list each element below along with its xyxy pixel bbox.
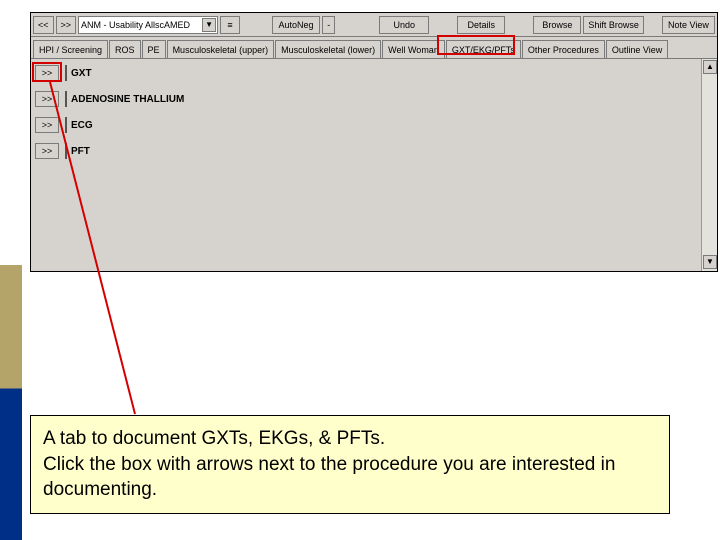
expand-button-adenosine[interactable]: >> [35, 91, 59, 107]
procedure-label: PFT [65, 143, 90, 159]
tab-musculoskeletal-upper[interactable]: Musculoskeletal (upper) [167, 40, 275, 58]
tab-gxt-ekg-pfts[interactable]: GXT/EKG/PFTs [446, 40, 521, 58]
procedure-label: GXT [65, 65, 92, 81]
procedure-label: ECG [65, 117, 93, 133]
template-selector[interactable]: ANM - Usability AllscAMED ▼ [78, 16, 218, 34]
separator-button[interactable]: ≡ [220, 16, 240, 34]
tab-outline-view[interactable]: Outline View [606, 40, 668, 58]
procedure-row-ecg: >> ECG [35, 117, 713, 133]
expand-button-ecg[interactable]: >> [35, 117, 59, 133]
autoneg-dropdown[interactable]: - [322, 16, 335, 34]
shift-browse-button[interactable]: Shift Browse [583, 16, 644, 34]
details-button[interactable]: Details [457, 16, 505, 34]
procedure-row-pft: >> PFT [35, 143, 713, 159]
browse-button[interactable]: Browse [533, 16, 581, 34]
tab-ros[interactable]: ROS [109, 40, 141, 58]
chevron-down-icon: ▼ [202, 18, 216, 32]
tab-well-woman[interactable]: Well Woman [382, 40, 445, 58]
procedure-row-gxt: >> GXT [35, 65, 713, 81]
note-view-button[interactable]: Note View [662, 16, 715, 34]
app-screenshot: << >> ANM - Usability AllscAMED ▼ ≡ Auto… [30, 12, 718, 272]
callout-line2: Click the box with arrows next to the pr… [43, 454, 615, 501]
expand-button-pft[interactable]: >> [35, 143, 59, 159]
tab-hpi-screening[interactable]: HPI / Screening [33, 40, 108, 58]
tabs-row: HPI / Screening ROS PE Musculoskeletal (… [31, 37, 717, 59]
content-area: >> GXT >> ADENOSINE THALLIUM >> ECG >> P… [31, 59, 717, 271]
tab-other-procedures[interactable]: Other Procedures [522, 40, 605, 58]
decorative-stripe [0, 265, 22, 540]
procedure-row-adenosine: >> ADENOSINE THALLIUM [35, 91, 713, 107]
nav-forward-button[interactable]: >> [56, 16, 77, 34]
template-selector-value: ANM - Usability AllscAMED [81, 20, 190, 30]
vertical-scrollbar[interactable]: ▲ ▼ [701, 59, 717, 271]
nav-back-button[interactable]: << [33, 16, 54, 34]
undo-button[interactable]: Undo [379, 16, 429, 34]
scroll-down-icon[interactable]: ▼ [703, 255, 717, 269]
scroll-up-icon[interactable]: ▲ [703, 60, 717, 74]
procedure-label: ADENOSINE THALLIUM [65, 91, 184, 107]
tab-pe[interactable]: PE [142, 40, 166, 58]
slide-container: << >> ANM - Usability AllscAMED ▼ ≡ Auto… [0, 0, 720, 540]
tab-musculoskeletal-lower[interactable]: Musculoskeletal (lower) [275, 40, 381, 58]
callout-line1: A tab to document GXTs, EKGs, & PFTs. [43, 428, 385, 449]
instruction-callout: A tab to document GXTs, EKGs, & PFTs. Cl… [30, 415, 670, 514]
expand-button-gxt[interactable]: >> [35, 65, 59, 81]
toolbar: << >> ANM - Usability AllscAMED ▼ ≡ Auto… [31, 13, 717, 37]
autoneg-button[interactable]: AutoNeg [272, 16, 320, 34]
